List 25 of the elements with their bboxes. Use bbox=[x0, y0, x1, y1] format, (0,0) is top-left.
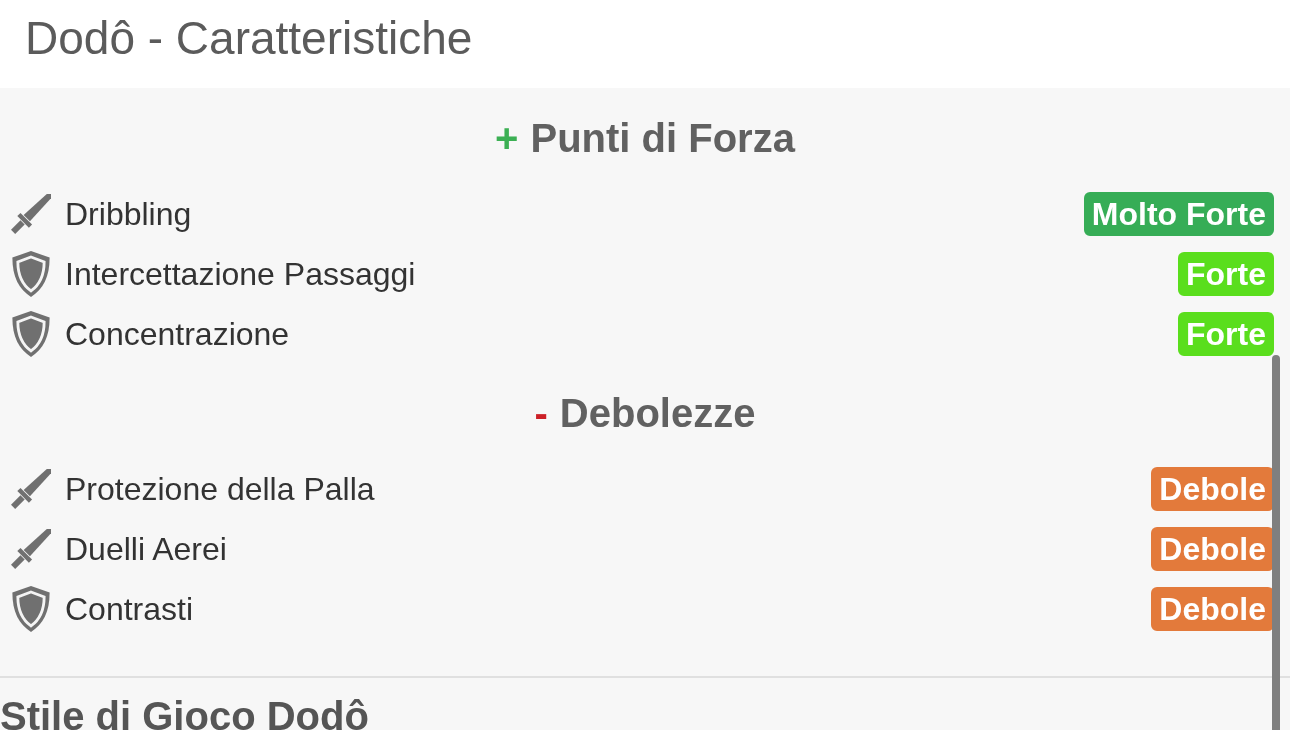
page-title: Dodô - Caratteristiche bbox=[25, 11, 474, 66]
rating-badge: Forte bbox=[1178, 252, 1274, 296]
shield-icon bbox=[12, 311, 50, 357]
scrollbar[interactable] bbox=[1272, 355, 1280, 730]
skill-name: Concentrazione bbox=[65, 315, 291, 353]
section-sign: + bbox=[495, 115, 519, 161]
rating-badge: Debole bbox=[1151, 527, 1274, 571]
skill-name: Protezione della Palla bbox=[65, 470, 376, 508]
skill-name: Intercettazione Passaggi bbox=[65, 255, 417, 293]
rating-badge: Molto Forte bbox=[1083, 192, 1274, 236]
rating-badge: Debole bbox=[1151, 467, 1274, 511]
section-sign: - bbox=[534, 390, 548, 436]
shield-icon bbox=[12, 251, 50, 297]
rating-badge: Forte bbox=[1178, 312, 1274, 356]
rating-badge: Debole bbox=[1151, 587, 1274, 631]
section-heading: Debolezze bbox=[559, 390, 756, 436]
skill-name: Dribbling bbox=[65, 195, 193, 233]
skill-name: Contrasti bbox=[65, 590, 195, 628]
shield-icon bbox=[12, 586, 50, 632]
skill-name: Duelli Aerei bbox=[65, 530, 228, 568]
section-heading: Punti di Forza bbox=[530, 115, 795, 161]
sword-icon bbox=[10, 529, 52, 569]
sword-icon bbox=[10, 194, 52, 234]
sword-icon bbox=[10, 469, 52, 509]
section-heading: Stile di Gioco Dodô bbox=[0, 693, 370, 730]
